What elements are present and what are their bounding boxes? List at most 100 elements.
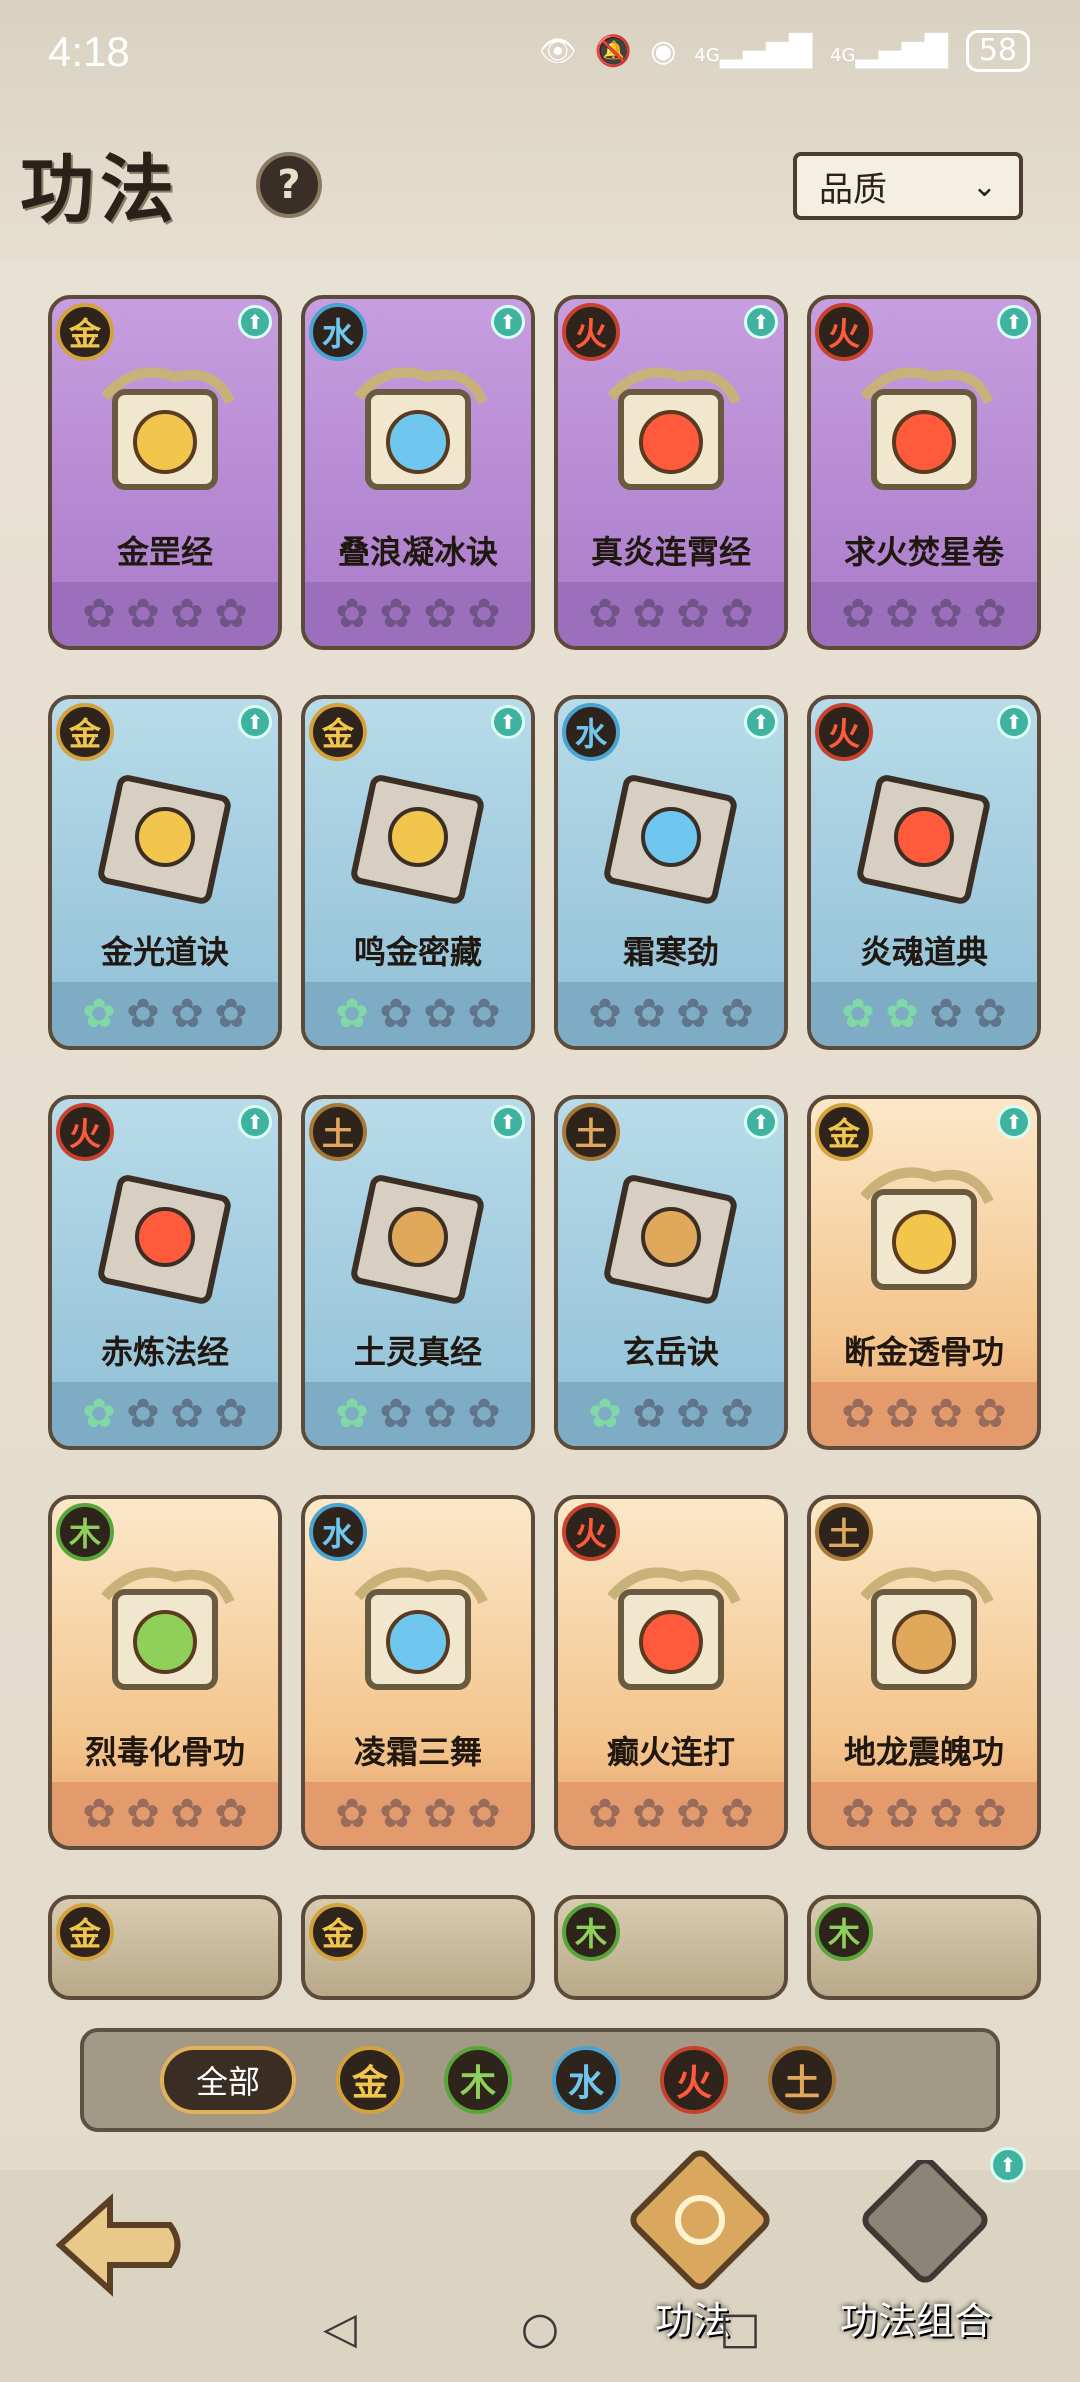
element-badge: 火 — [562, 1503, 620, 1561]
technique-tab-icon[interactable] — [620, 2150, 780, 2290]
star-rating: ✿ ✿ ✿ ✿ — [305, 1782, 531, 1846]
star-icon: ✿ — [929, 1391, 963, 1437]
combo-tab-icon[interactable] — [840, 2160, 1010, 2290]
filter-all[interactable]: 全部 — [160, 2046, 296, 2114]
technique-card[interactable]: 金 ⬆ 断金透骨功 ✿ ✿ ✿ ✿ — [807, 1095, 1041, 1450]
star-icon: ✿ — [423, 1391, 457, 1437]
technique-card[interactable]: 土 ⬆ 土灵真经 ✿ ✿ ✿ ✿ — [301, 1095, 535, 1450]
scroll-icon — [607, 1567, 741, 1690]
upgrade-arrow-icon: ⬆ — [997, 705, 1031, 739]
technique-card[interactable]: 金 ⬆ 金罡经 ✿ ✿ ✿ ✿ — [48, 295, 282, 650]
star-icon: ✿ — [885, 1391, 919, 1437]
star-icon: ✿ — [126, 1391, 160, 1437]
star-icon: ✿ — [588, 991, 622, 1037]
star-icon: ✿ — [335, 991, 369, 1037]
technique-card[interactable]: 木 — [554, 1895, 788, 2000]
filter-mu[interactable]: 木 — [444, 2046, 512, 2114]
star-icon: ✿ — [973, 1791, 1007, 1837]
filter-tu[interactable]: 土 — [768, 2046, 836, 2114]
chevron-down-icon: ⌄ — [971, 168, 997, 204]
technique-card[interactable]: 金 — [48, 1895, 282, 2000]
technique-card[interactable]: 土 ⬆ 玄岳诀 ✿ ✿ ✿ ✿ — [554, 1095, 788, 1450]
star-icon: ✿ — [841, 1391, 875, 1437]
book-icon — [98, 775, 231, 904]
star-icon: ✿ — [170, 991, 204, 1037]
book-icon — [604, 1175, 737, 1304]
technique-name: 赤炼法经 — [100, 1333, 229, 1371]
technique-name: 癫火连打 — [606, 1733, 735, 1771]
element-badge: 水 — [562, 703, 620, 761]
page-title: 功法 — [20, 147, 180, 233]
star-icon: ✿ — [82, 1791, 116, 1837]
technique-card[interactable]: 火 ⬆ 真炎连霄经 ✿ ✿ ✿ ✿ — [554, 295, 788, 650]
help-button[interactable]: ? — [256, 152, 322, 218]
element-filter-bar: 全部 金 木 水 火 土 — [80, 2028, 1000, 2132]
star-icon: ✿ — [170, 591, 204, 637]
technique-card[interactable]: 火 ⬆ 求火焚星卷 ✿ ✿ ✿ ✿ — [807, 295, 1041, 650]
star-rating: ✿ ✿ ✿ ✿ — [52, 1782, 278, 1846]
nav-back-icon[interactable]: ◁ — [315, 2303, 365, 2354]
clock: 4:18 — [48, 28, 130, 75]
filter-huo[interactable]: 火 — [660, 2046, 728, 2114]
star-icon: ✿ — [676, 991, 710, 1037]
star-icon: ✿ — [467, 1391, 501, 1437]
star-icon: ✿ — [929, 1791, 963, 1837]
technique-card[interactable]: 金 ⬆ 鸣金密藏 ✿ ✿ ✿ ✿ — [301, 695, 535, 1050]
technique-card[interactable]: 水凌霜三舞 ✿ ✿ ✿ ✿ — [301, 1495, 535, 1850]
upgrade-arrow-icon: ⬆ — [491, 705, 525, 739]
technique-card[interactable]: 木 — [807, 1895, 1041, 2000]
element-badge: 金 — [56, 303, 114, 361]
filter-shui[interactable]: 水 — [552, 2046, 620, 2114]
element-badge: 金 — [56, 703, 114, 761]
star-icon: ✿ — [973, 991, 1007, 1037]
signal-icon: 4G▂▄▆█ — [694, 33, 813, 69]
element-badge: 火 — [562, 303, 620, 361]
technique-name: 霜寒劲 — [622, 933, 719, 971]
star-rating: ✿ ✿ ✿ ✿ — [811, 582, 1037, 646]
star-icon: ✿ — [720, 991, 754, 1037]
technique-card[interactable]: 火 ⬆ 赤炼法经 ✿ ✿ ✿ ✿ — [48, 1095, 282, 1450]
technique-card[interactable]: 火 ⬆ 炎魂道典 ✿ ✿ ✿ ✿ — [807, 695, 1041, 1050]
technique-name: 玄岳诀 — [622, 1333, 719, 1371]
element-badge: 火 — [815, 703, 873, 761]
technique-card[interactable]: 土地龙震魄功 ✿ ✿ ✿ ✿ — [807, 1495, 1041, 1850]
book-icon — [604, 775, 737, 904]
element-badge: 金 — [56, 1903, 114, 1961]
technique-card[interactable]: 火癫火连打 ✿ ✿ ✿ ✿ — [554, 1495, 788, 1850]
nav-home-icon[interactable]: ○ — [515, 2303, 565, 2354]
element-badge: 水 — [309, 1503, 367, 1561]
sort-select[interactable]: 品质 ⌄ — [793, 152, 1023, 220]
technique-card[interactable]: 水 ⬆ 霜寒劲 ✿ ✿ ✿ ✿ — [554, 695, 788, 1050]
star-icon: ✿ — [126, 1791, 160, 1837]
star-icon: ✿ — [423, 991, 457, 1037]
star-icon: ✿ — [214, 1391, 248, 1437]
technique-name: 叠浪凝冰诀 — [337, 533, 498, 571]
upgrade-arrow-icon: ⬆ — [997, 305, 1031, 339]
technique-card[interactable]: 金 — [301, 1895, 535, 2000]
star-icon: ✿ — [467, 591, 501, 637]
star-icon: ✿ — [676, 1391, 710, 1437]
nav-recents-icon[interactable]: □ — [715, 2303, 765, 2354]
sort-label: 品质 — [819, 169, 887, 210]
element-badge: 火 — [815, 303, 873, 361]
star-icon: ✿ — [973, 591, 1007, 637]
star-rating: ✿ ✿ ✿ ✿ — [811, 982, 1037, 1046]
technique-card[interactable]: 水 ⬆ 叠浪凝冰诀 ✿ ✿ ✿ ✿ — [301, 295, 535, 650]
element-badge: 水 — [309, 303, 367, 361]
star-icon: ✿ — [632, 1391, 666, 1437]
technique-card[interactable]: 木烈毒化骨功 ✿ ✿ ✿ ✿ — [48, 1495, 282, 1850]
upgrade-arrow-icon: ⬆ — [744, 305, 778, 339]
star-rating: ✿ ✿ ✿ ✿ — [305, 582, 531, 646]
element-badge: 金 — [309, 1903, 367, 1961]
filter-jin[interactable]: 金 — [336, 2046, 404, 2114]
star-rating: ✿ ✿ ✿ ✿ — [52, 1382, 278, 1446]
element-badge: 金 — [815, 1103, 873, 1161]
technique-name: 炎魂道典 — [859, 933, 988, 971]
star-icon: ✿ — [335, 591, 369, 637]
star-icon: ✿ — [885, 591, 919, 637]
technique-name: 金罡经 — [116, 533, 213, 571]
technique-name: 金光道诀 — [100, 933, 229, 971]
star-icon: ✿ — [676, 591, 710, 637]
technique-card[interactable]: 金 ⬆ 金光道诀 ✿ ✿ ✿ ✿ — [48, 695, 282, 1050]
star-icon: ✿ — [335, 1391, 369, 1437]
